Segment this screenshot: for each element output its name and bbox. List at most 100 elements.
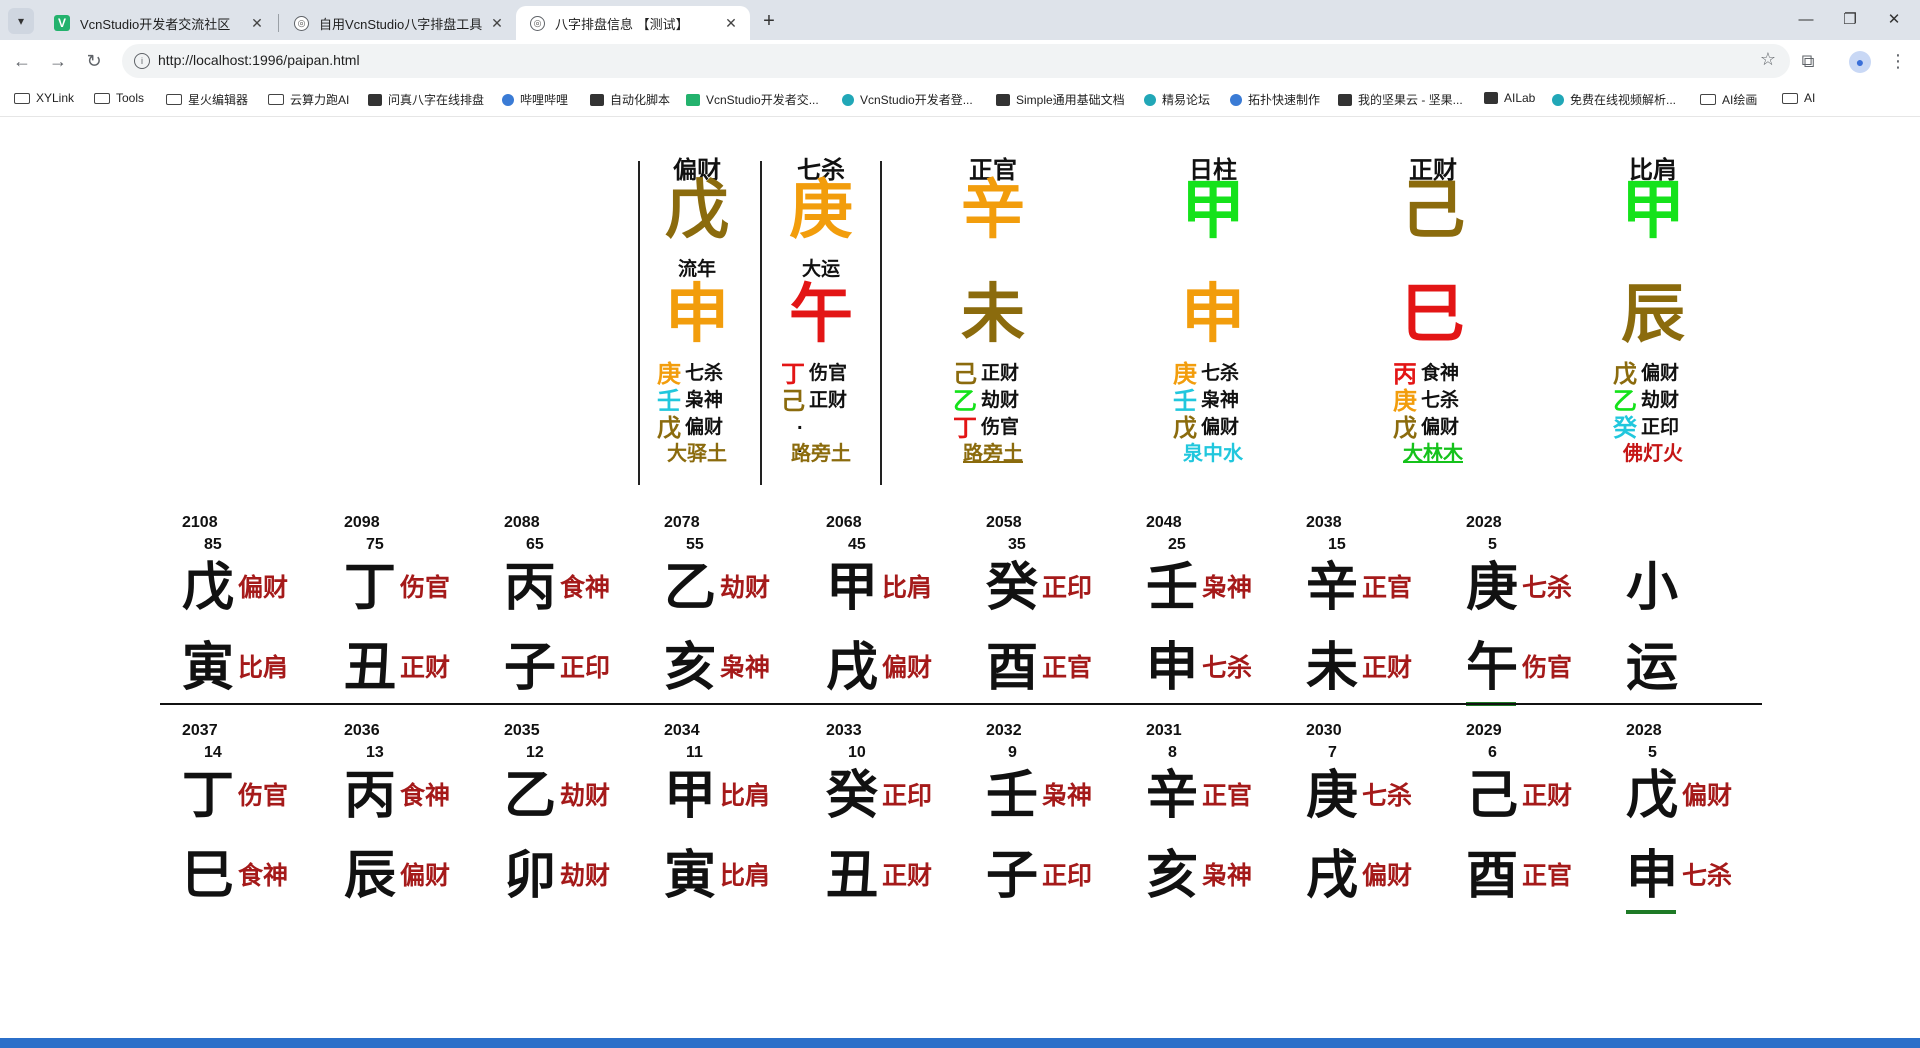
year-label: 2048 (1146, 514, 1182, 531)
pillar-gan: 庚 (789, 174, 853, 246)
bookmark-item[interactable]: 拓扑快速制作 (1230, 91, 1320, 108)
liunian-column[interactable]: 2034 11 甲比肩寅比肩 (664, 722, 794, 905)
tab-2-active[interactable]: ◎ 八字排盘信息 【测试】 ✕ (516, 6, 750, 40)
bookmark-item[interactable]: 精易论坛 (1144, 91, 1210, 108)
liunian-column[interactable]: 2030 7 庚七杀戌偏财 (1306, 722, 1436, 905)
zhi-god: 七杀 (1682, 862, 1733, 890)
paipan-page: 偏财戊流年申庚七杀壬枭神戊偏财 大驿土 七杀庚大运午丁伤官己正财. . 路旁土 正官辛未… (0, 117, 1920, 1038)
bookmark-item[interactable]: XYLink (14, 91, 74, 105)
hidden-stem-god: 七杀 (1201, 363, 1240, 384)
dayun-column[interactable]: 2078 55 乙劫财亥枭神 (664, 514, 794, 697)
liunian-column[interactable]: 2035 12 乙劫财卯劫财 (504, 722, 634, 905)
close-window-button[interactable]: ✕ (1874, 8, 1914, 32)
gan-char: 甲 (826, 559, 879, 617)
age-label: 10 (848, 744, 866, 761)
bookmark-item[interactable]: 问真八字在线排盘 (368, 91, 484, 108)
restore-button[interactable]: ❐ (1830, 8, 1870, 32)
dayun-column[interactable]: 2058 35 癸正印酉正官 (986, 514, 1116, 697)
reload-button[interactable]: ↻ (80, 47, 108, 75)
gan-char: 小 (1626, 559, 1679, 617)
bookmark-item[interactable]: VcnStudio开发者登... (842, 91, 973, 108)
hidden-stems: 丙食神庚七杀戊偏财 (1393, 358, 1493, 442)
bookmark-label: 精易论坛 (1162, 93, 1211, 107)
globe-icon: ◎ (530, 15, 545, 31)
hidden-stem-row: 戊偏财 (657, 412, 757, 442)
bookmark-item[interactable]: 自动化脚本 (590, 91, 670, 108)
zhi-cell: 未正财 (1306, 638, 1412, 698)
folder-icon (94, 92, 110, 104)
zhi-cell: 子正印 (504, 638, 610, 698)
liunian-column[interactable]: 2033 10 癸正印丑正财 (826, 722, 956, 905)
dayun-column[interactable]: 小运 (1626, 514, 1756, 697)
tool-icon (1230, 93, 1242, 106)
dayun-column[interactable]: 2098 75 丁伤官丑正财 (344, 514, 474, 697)
bookmark-label: AI绘画 (1722, 93, 1758, 107)
site-info-icon[interactable]: i (134, 53, 150, 69)
arrow-left-icon: ← (13, 51, 31, 71)
new-tab-button[interactable]: + (756, 8, 782, 34)
tab-strip: ▾ V VcnStudio开发者交流社区 ✕ ◎ 自用VcnStudio八字排盘… (0, 0, 1920, 40)
tab-search-button[interactable]: ▾ (8, 8, 34, 34)
zhi-god: 枭神 (720, 654, 771, 682)
forward-button[interactable]: → (44, 47, 72, 75)
dayun-column[interactable]: 2088 65 丙食神子正印 (504, 514, 634, 697)
pillar-zhi: 未 (961, 278, 1025, 350)
zhi-char: 申 (1146, 639, 1199, 697)
dayun-column[interactable]: 2108 85 戊偏财寅比肩 (182, 514, 312, 697)
dayun-column[interactable]: 2068 45 甲比肩戌偏财 (826, 514, 956, 697)
bookmark-item[interactable]: AI绘画 (1700, 91, 1757, 108)
dayun-column[interactable]: 2038 15 辛正官未正财 (1306, 514, 1436, 697)
close-icon: ✕ (1887, 11, 1901, 28)
liunian-column[interactable]: 2028 5 戊偏财申七杀 (1626, 722, 1756, 914)
folder-icon (166, 94, 182, 105)
liunian-column[interactable]: 2032 9 壬枭神子正印 (986, 722, 1116, 905)
address-bar[interactable]: i http://localhost:1996/paipan.html ☆ (122, 44, 1790, 78)
folder-icon (14, 92, 30, 104)
liunian-column[interactable]: 2029 6 己正财酉正官 (1466, 722, 1596, 905)
zhi-god: 正财 (882, 862, 933, 890)
year-label: 2037 (182, 722, 218, 739)
dayun-column[interactable]: 2048 25 壬枭神申七杀 (1146, 514, 1276, 697)
bookmark-item[interactable]: AI (1782, 91, 1815, 105)
bookmark-item[interactable]: VcnStudio开发者交... (686, 91, 819, 108)
pillar-gan: 甲 (1181, 174, 1245, 246)
zhi-god: 枭神 (1202, 862, 1253, 890)
bookmark-item[interactable]: 我的坚果云 - 坚果... (1338, 91, 1463, 108)
age-label: 15 (1328, 536, 1346, 553)
close-icon[interactable]: ✕ (720, 15, 742, 32)
gan-cell: 乙劫财 (504, 766, 610, 826)
bookmark-label: VcnStudio开发者登... (860, 93, 973, 107)
bookmark-item[interactable]: AILab (1484, 91, 1535, 105)
tab-0[interactable]: V VcnStudio开发者交流社区 ✕ (40, 6, 276, 40)
bookmark-item[interactable]: Tools (94, 91, 144, 105)
extensions-button[interactable]: ⧉ (1794, 47, 1822, 75)
close-icon[interactable]: ✕ (486, 15, 508, 32)
liunian-column[interactable]: 2031 8 辛正官亥枭神 (1146, 722, 1276, 905)
bookmark-label: 云算力跑AI (290, 93, 350, 107)
age-label: 9 (1008, 744, 1017, 761)
bookmark-item[interactable]: Simple通用基础文档 (996, 91, 1125, 108)
gan-char: 戊 (1626, 767, 1679, 825)
liunian-column[interactable]: 2037 14 丁伤官巳食神 (182, 722, 312, 905)
bookmark-item[interactable]: 星火编辑器 (166, 91, 248, 108)
column-divider (760, 161, 762, 485)
liunian-column[interactable]: 2036 13 丙食神辰偏财 (344, 722, 474, 905)
tab-label: 自用VcnStudio八字排盘工具 (319, 16, 483, 32)
bookmark-item[interactable]: 云算力跑AI (268, 91, 349, 108)
pillar-nayin: 大林木 (1403, 443, 1463, 465)
menu-button[interactable]: ⋮ (1884, 47, 1912, 75)
hidden-stem-god: 偏财 (1641, 363, 1680, 384)
minimize-button[interactable]: — (1786, 8, 1826, 32)
gan-char: 己 (1466, 767, 1519, 825)
tab-1[interactable]: ◎ 自用VcnStudio八字排盘工具 ✕ (280, 6, 516, 40)
bookmark-item[interactable]: 哔哩哔哩 (502, 91, 568, 108)
profile-button[interactable]: ● (1846, 47, 1874, 75)
star-icon[interactable]: ☆ (1760, 49, 1776, 70)
back-button[interactable]: ← (8, 47, 36, 75)
dayun-column[interactable]: 2028 5 庚七杀午伤官 (1466, 514, 1596, 706)
bookmark-label: 哔哩哔哩 (520, 93, 569, 107)
bookmark-item[interactable]: 免费在线视频解析... (1552, 91, 1676, 108)
year-label: 2028 (1466, 514, 1502, 531)
gan-cell: 小 (1626, 558, 1682, 618)
close-icon[interactable]: ✕ (246, 15, 268, 32)
